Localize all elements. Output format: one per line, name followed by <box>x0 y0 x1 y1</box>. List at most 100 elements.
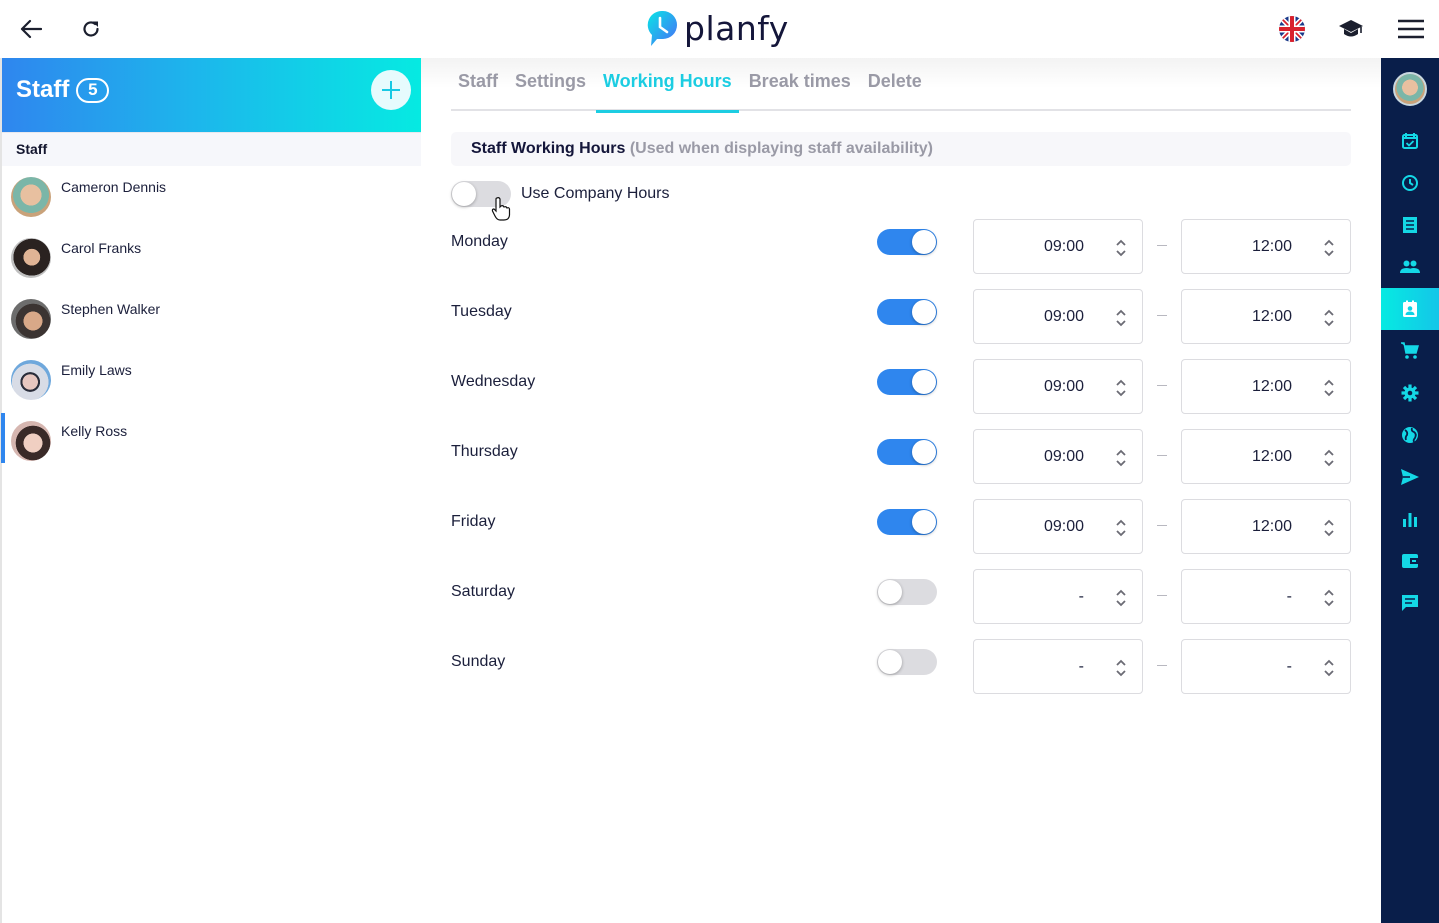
spinner-chevrons-icon[interactable] <box>1114 447 1128 469</box>
spinner-chevrons-icon[interactable] <box>1114 307 1128 329</box>
staff-item-emily-laws[interactable]: Emily Laws <box>2 349 421 410</box>
tab-break-times[interactable]: Break times <box>742 58 858 111</box>
day-enabled-toggle[interactable] <box>877 509 937 535</box>
toggle-knob <box>878 650 902 674</box>
add-staff-button[interactable] <box>371 70 411 110</box>
refresh-icon <box>83 21 99 37</box>
avatar <box>11 360 51 400</box>
day-enabled-toggle[interactable] <box>877 369 937 395</box>
range-separator <box>1157 595 1167 596</box>
section-title: Staff Working Hours (Used when displayin… <box>471 140 933 158</box>
spinner-chevrons-icon[interactable] <box>1114 587 1128 609</box>
main-menu-button[interactable] <box>1396 14 1426 44</box>
tutorial-button[interactable] <box>1336 14 1366 44</box>
spinner-chevrons-icon[interactable] <box>1322 237 1336 259</box>
spinner-chevrons-icon[interactable] <box>1114 517 1128 539</box>
rail-item-staff-badge[interactable] <box>1381 288 1439 330</box>
end-time-input[interactable]: - <box>1181 639 1351 694</box>
spinner-chevrons-icon[interactable] <box>1322 517 1336 539</box>
tab-staff[interactable]: Staff <box>451 58 505 111</box>
staff-name: Emily Laws <box>61 362 132 378</box>
toggle-knob <box>912 440 936 464</box>
arrow-left-icon <box>20 19 42 39</box>
start-time-value: - <box>1078 588 1084 605</box>
clock-icon <box>1401 174 1419 192</box>
end-time-input[interactable]: 12:00 <box>1181 359 1351 414</box>
start-time-input[interactable]: 09:00 <box>973 499 1143 554</box>
end-time-input[interactable]: - <box>1181 569 1351 624</box>
end-time-value: 12:00 <box>1251 518 1292 535</box>
spinner-chevrons-icon[interactable] <box>1322 307 1336 329</box>
start-time-input[interactable]: 09:00 <box>973 219 1143 274</box>
rail-item-send[interactable] <box>1381 456 1439 498</box>
hamburger-menu-icon <box>1398 19 1424 39</box>
rail-item-gear[interactable] <box>1381 372 1439 414</box>
start-time-input[interactable]: - <box>973 569 1143 624</box>
spinner-chevrons-icon[interactable] <box>1322 447 1336 469</box>
spinner-chevrons-icon[interactable] <box>1322 377 1336 399</box>
staff-item-carol-franks[interactable]: Carol Franks <box>2 227 421 288</box>
tab-working-hours[interactable]: Working Hours <box>596 58 739 113</box>
end-time-input[interactable]: 12:00 <box>1181 429 1351 484</box>
tab-delete[interactable]: Delete <box>861 58 929 111</box>
end-time-input[interactable]: 12:00 <box>1181 499 1351 554</box>
range-separator <box>1157 385 1167 386</box>
rail-item-customers[interactable] <box>1381 246 1439 288</box>
receipt-icon <box>1402 216 1418 234</box>
tab-settings[interactable]: Settings <box>508 58 593 111</box>
planfy-logo: planfy <box>647 8 789 48</box>
day-enabled-toggle[interactable] <box>877 229 937 255</box>
start-time-value: 09:00 <box>1043 448 1084 465</box>
toggle-knob <box>912 300 936 324</box>
staff-item-cameron-dennis[interactable]: Cameron Dennis <box>2 166 421 227</box>
calendar-check-icon <box>1401 132 1419 150</box>
rail-item-receipt[interactable] <box>1381 204 1439 246</box>
day-enabled-toggle[interactable] <box>877 579 937 605</box>
staff-panel-header: Staff 5 <box>2 58 421 132</box>
day-name: Saturday <box>451 583 516 600</box>
brand-name: planfy <box>684 8 789 48</box>
rail-item-bar-chart[interactable] <box>1381 498 1439 540</box>
staff-tabs: Staff Settings Working Hours Break times… <box>451 58 1351 113</box>
start-time-value: 09:00 <box>1043 378 1084 395</box>
day-enabled-toggle[interactable] <box>877 439 937 465</box>
rail-item-chat[interactable] <box>1381 582 1439 624</box>
rail-item-cart[interactable] <box>1381 330 1439 372</box>
graduation-cap-icon <box>1339 20 1363 37</box>
day-enabled-toggle[interactable] <box>877 299 937 325</box>
back-button[interactable] <box>16 14 46 44</box>
day-enabled-toggle[interactable] <box>877 649 937 675</box>
spinner-chevrons-icon[interactable] <box>1114 377 1128 399</box>
plus-icon <box>382 81 400 99</box>
spinner-chevrons-icon[interactable] <box>1114 657 1128 679</box>
cart-icon <box>1401 342 1419 360</box>
start-time-input[interactable]: 09:00 <box>973 429 1143 484</box>
day-name: Sunday <box>451 653 506 670</box>
staff-item-stephen-walker[interactable]: Stephen Walker <box>2 288 421 349</box>
toggle-knob <box>912 370 936 394</box>
user-avatar[interactable] <box>1393 72 1427 106</box>
end-time-input[interactable]: 12:00 <box>1181 289 1351 344</box>
staff-item-kelly-ross[interactable]: Kelly Ross <box>1 410 421 471</box>
end-time-input[interactable]: 12:00 <box>1181 219 1351 274</box>
start-time-input[interactable]: - <box>973 639 1143 694</box>
rail-item-calendar-check[interactable] <box>1381 120 1439 162</box>
rail-item-globe[interactable] <box>1381 414 1439 456</box>
avatar <box>11 238 51 278</box>
day-row-friday: Friday 09:00 12:00 <box>451 499 1351 555</box>
start-time-input[interactable]: 09:00 <box>973 359 1143 414</box>
day-row-monday: Monday 09:00 12:00 <box>451 219 1351 275</box>
avatar <box>11 421 51 461</box>
spinner-chevrons-icon[interactable] <box>1322 587 1336 609</box>
range-separator <box>1157 455 1167 456</box>
rail-item-clock[interactable] <box>1381 162 1439 204</box>
start-time-value: 09:00 <box>1043 518 1084 535</box>
spinner-chevrons-icon[interactable] <box>1114 237 1128 259</box>
section-subtitle: (Used when displaying staff availability… <box>629 140 934 157</box>
staff-name: Stephen Walker <box>61 301 161 317</box>
rail-item-wallet[interactable] <box>1381 540 1439 582</box>
start-time-input[interactable]: 09:00 <box>973 289 1143 344</box>
reload-button[interactable] <box>76 14 106 44</box>
language-button[interactable] <box>1277 14 1307 44</box>
spinner-chevrons-icon[interactable] <box>1322 657 1336 679</box>
